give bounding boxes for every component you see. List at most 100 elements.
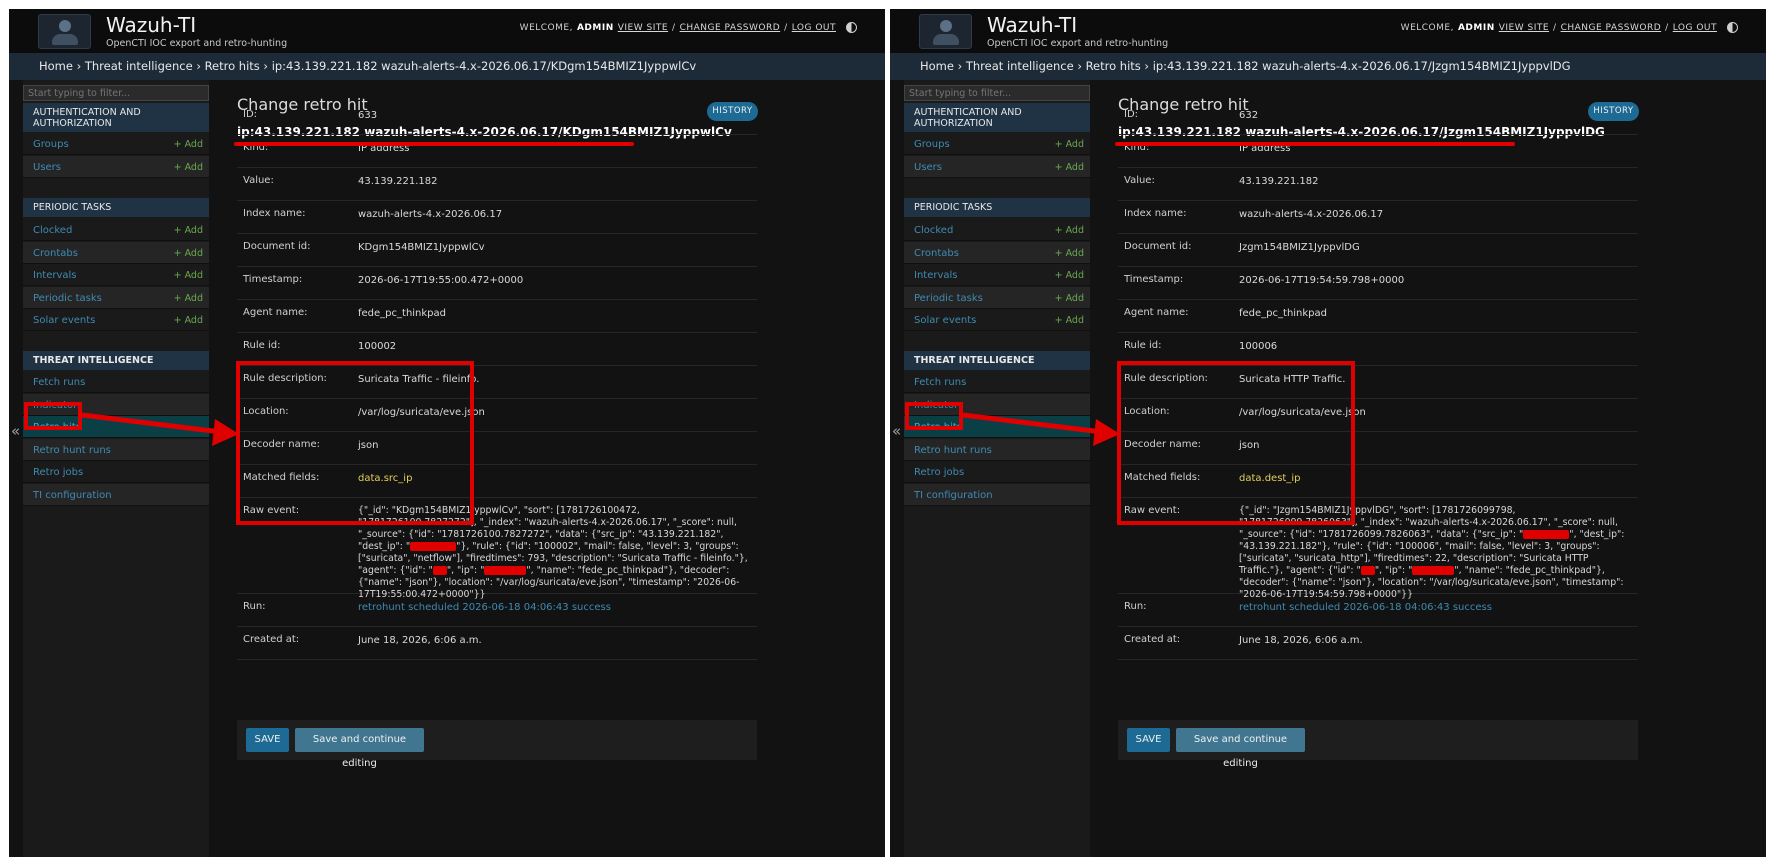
sidebar-item-label: Retro hunt runs <box>914 444 992 456</box>
theme-toggle-icon[interactable] <box>1727 22 1738 33</box>
sidebar-item-crontabs[interactable]: Crontabs + Add <box>904 241 1090 264</box>
sidebar-item-label: Retro hunt runs <box>33 444 111 456</box>
sidebar-item-groups[interactable]: Groups + Add <box>23 133 209 155</box>
sidebar-section-caption[interactable]: AUTHENTICATION AND AUTHORIZATION <box>23 103 209 132</box>
field-value-value: 43.139.221.182 <box>1239 176 1319 187</box>
field-value-run[interactable]: retrohunt scheduled 2026-06-18 04:06:43 … <box>358 602 611 613</box>
add-label: Add <box>1065 161 1084 173</box>
nav-sidebar: AUTHENTICATION AND AUTHORIZATION Groups + … <box>904 80 1090 857</box>
add-link[interactable]: + Add <box>1055 139 1084 150</box>
field-value-id: 632 <box>1239 110 1259 121</box>
add-link[interactable]: + Add <box>1055 270 1084 281</box>
collapse-sidebar-icon[interactable]: « <box>11 422 20 440</box>
raw-event-text: ", "ip": " <box>446 565 485 576</box>
sidebar-section-caption[interactable]: THREAT INTELLIGENCE <box>904 351 1090 370</box>
annotation-box-retro-hits <box>905 402 963 430</box>
add-link[interactable]: + Add <box>1055 315 1084 326</box>
sidebar-section-caption[interactable]: PERIODIC TASKS <box>904 198 1090 217</box>
field-value-document-id: Jzgm154BMIZ1JyppvlDG <box>1239 242 1360 253</box>
sidebar-item-clocked[interactable]: Clocked + Add <box>23 219 209 241</box>
nav-filter-input[interactable] <box>904 85 1090 101</box>
add-link[interactable]: + Add <box>174 293 203 304</box>
sidebar-item-ti-configuration[interactable]: TI configuration <box>904 483 1090 506</box>
sidebar-item-retro-hunt-runs[interactable]: Retro hunt runs <box>904 438 1090 461</box>
save-continue-button[interactable]: Save and continue editing <box>1176 728 1305 769</box>
sidebar-item-label: Periodic tasks <box>33 292 102 304</box>
sidebar-item-solar-events[interactable]: Solar events + Add <box>23 309 209 331</box>
change-password-link[interactable]: CHANGE PASSWORD <box>680 23 781 33</box>
add-link[interactable]: + Add <box>174 270 203 281</box>
add-label: Add <box>1065 225 1084 236</box>
log-out-link[interactable]: LOG OUT <box>792 23 836 33</box>
theme-toggle-icon[interactable] <box>846 22 857 33</box>
view-site-link[interactable]: VIEW SITE <box>618 23 668 33</box>
change-password-link[interactable]: CHANGE PASSWORD <box>1561 23 1662 33</box>
add-label: Add <box>1065 139 1084 150</box>
wazuh-logo-icon[interactable] <box>919 14 972 49</box>
site-brand[interactable]: Wazuh-TI <box>987 13 1077 37</box>
add-label: Add <box>1065 247 1084 259</box>
add-link[interactable]: + Add <box>174 225 203 236</box>
nav-filter-input[interactable] <box>23 85 209 101</box>
add-link[interactable]: + Add <box>174 248 203 259</box>
redaction-mark <box>1412 566 1455 575</box>
add-link[interactable]: + Add <box>174 315 203 326</box>
add-link[interactable]: + Add <box>174 162 203 173</box>
sidebar-item-label: Clocked <box>33 225 73 236</box>
collapse-sidebar-icon[interactable]: « <box>892 422 901 440</box>
view-site-link[interactable]: VIEW SITE <box>1499 23 1549 33</box>
add-label: Add <box>184 161 203 173</box>
sidebar-item-crontabs[interactable]: Crontabs + Add <box>23 241 209 264</box>
breadcrumb[interactable]: Home › Threat intelligence › Retro hits … <box>890 53 1766 80</box>
field-row-kind: Kind: IP address <box>1118 135 1638 168</box>
site-brand[interactable]: Wazuh-TI <box>106 13 196 37</box>
save-button[interactable]: SAVE <box>246 728 289 752</box>
sidebar-item-users[interactable]: Users + Add <box>904 155 1090 178</box>
plus-icon: + <box>173 225 185 236</box>
add-link[interactable]: + Add <box>1055 162 1084 173</box>
log-out-link[interactable]: LOG OUT <box>1673 23 1717 33</box>
add-link[interactable]: + Add <box>174 139 203 150</box>
sidebar-item-label: Clocked <box>914 225 954 236</box>
sidebar-section-caption[interactable]: PERIODIC TASKS <box>23 198 209 217</box>
save-continue-button[interactable]: Save and continue editing <box>295 728 424 769</box>
plus-icon: + <box>1054 315 1066 326</box>
breadcrumb[interactable]: Home › Threat intelligence › Retro hits … <box>9 53 885 80</box>
field-label: Agent name: <box>243 307 308 318</box>
add-link[interactable]: + Add <box>1055 225 1084 236</box>
sidebar-item-ti-configuration[interactable]: TI configuration <box>23 483 209 506</box>
sidebar-item-intervals[interactable]: Intervals + Add <box>23 264 209 286</box>
field-value-run[interactable]: retrohunt scheduled 2026-06-18 04:06:43 … <box>1239 602 1492 613</box>
field-row-value: Value: 43.139.221.182 <box>237 168 757 201</box>
field-label: Run: <box>243 601 266 612</box>
redaction-mark <box>410 542 457 551</box>
sidebar-item-retro-hunt-runs[interactable]: Retro hunt runs <box>23 438 209 461</box>
plus-icon: + <box>1054 270 1066 281</box>
sidebar-item-retro-jobs[interactable]: Retro jobs <box>904 461 1090 483</box>
plus-icon: + <box>173 270 185 281</box>
sidebar-item-periodic-tasks[interactable]: Periodic tasks + Add <box>23 286 209 309</box>
annotation-box-rule-fields <box>1117 361 1355 525</box>
sidebar-item-fetch-runs[interactable]: Fetch runs <box>904 371 1090 393</box>
sidebar-item-solar-events[interactable]: Solar events + Add <box>904 309 1090 331</box>
sidebar-item-intervals[interactable]: Intervals + Add <box>904 264 1090 286</box>
add-link[interactable]: + Add <box>1055 293 1084 304</box>
sidebar-section-caption[interactable]: THREAT INTELLIGENCE <box>23 351 209 370</box>
sidebar-item-groups[interactable]: Groups + Add <box>904 133 1090 155</box>
sidebar-section-caption[interactable]: AUTHENTICATION AND AUTHORIZATION <box>904 103 1090 132</box>
sidebar-item-label: Solar events <box>33 315 96 326</box>
save-button[interactable]: SAVE <box>1127 728 1170 752</box>
field-value-created-at: June 18, 2026, 6:06 a.m. <box>1239 635 1363 646</box>
sidebar-item-clocked[interactable]: Clocked + Add <box>904 219 1090 241</box>
add-link[interactable]: + Add <box>1055 248 1084 259</box>
field-label: Run: <box>1124 601 1147 612</box>
field-value-value: 43.139.221.182 <box>358 176 438 187</box>
wazuh-logo-icon[interactable] <box>38 14 91 49</box>
field-value-document-id: KDgm154BMIZ1JyppwlCv <box>358 242 485 253</box>
sidebar-item-label: TI configuration <box>914 489 993 501</box>
sidebar-item-periodic-tasks[interactable]: Periodic tasks + Add <box>904 286 1090 309</box>
sidebar-item-retro-jobs[interactable]: Retro jobs <box>23 461 209 483</box>
sidebar-item-fetch-runs[interactable]: Fetch runs <box>23 371 209 393</box>
sidebar-item-users[interactable]: Users + Add <box>23 155 209 178</box>
sidebar-item-label: Users <box>33 161 62 173</box>
